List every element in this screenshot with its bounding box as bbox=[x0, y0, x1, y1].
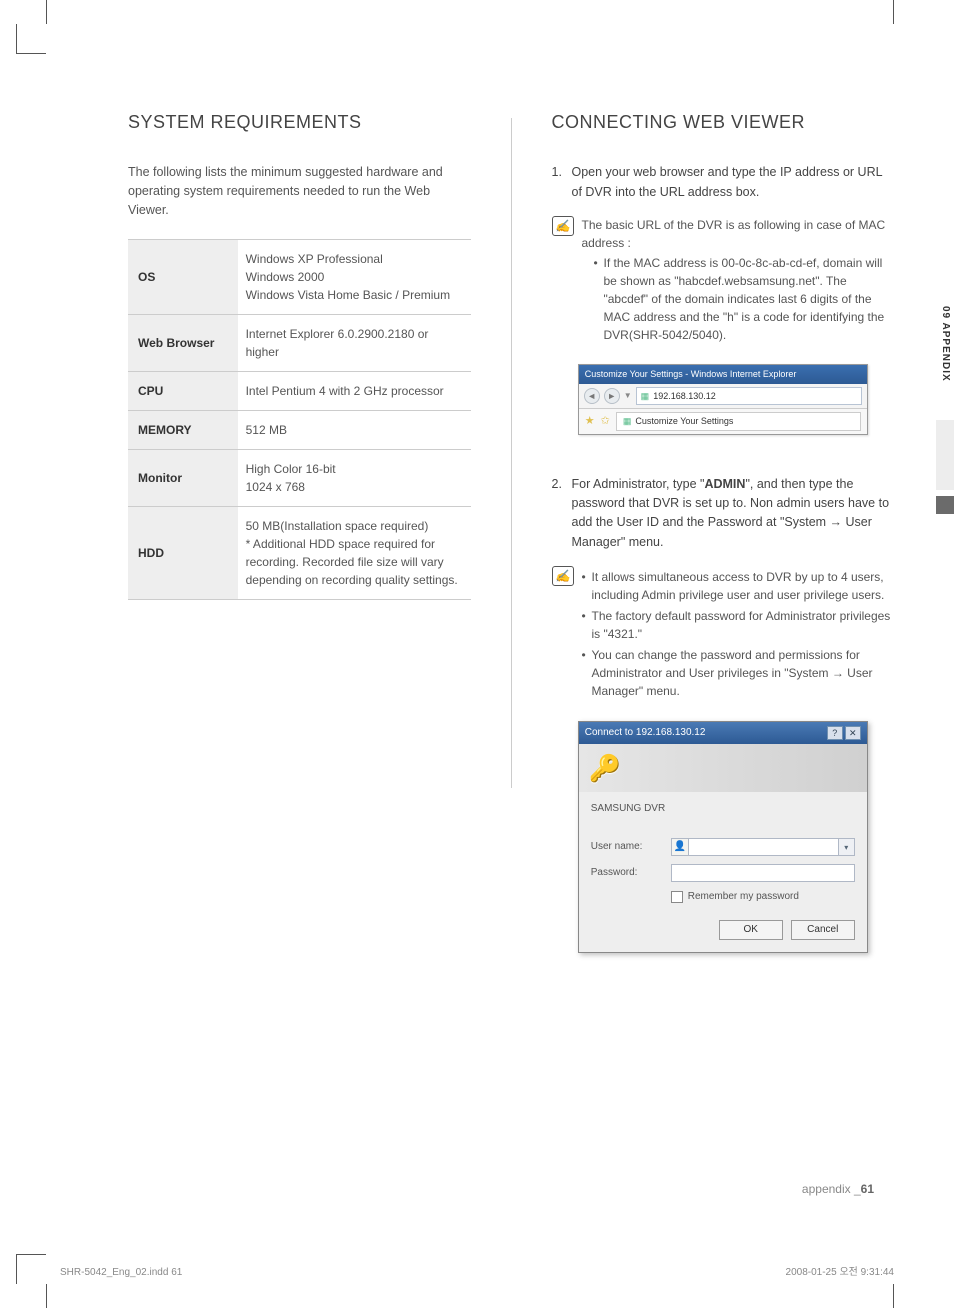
realm-label: SAMSUNG DVR bbox=[591, 802, 855, 816]
steps-list: Open your web browser and type the IP ad… bbox=[552, 163, 895, 202]
note-body: It allows simultaneous access to DVR by … bbox=[582, 566, 895, 703]
page-content: SYSTEM REQUIREMENTS The following lists … bbox=[128, 110, 894, 1218]
table-row: CPU Intel Pentium 4 with 2 GHz processor bbox=[128, 372, 471, 411]
req-value: Intel Pentium 4 with 2 GHz processor bbox=[238, 372, 471, 411]
req-value: Internet Explorer 6.0.2900.2180 or highe… bbox=[238, 315, 471, 372]
username-combo[interactable]: 👤 ▾ bbox=[671, 838, 855, 856]
forward-button[interactable]: ► bbox=[604, 388, 620, 404]
note-block-2: ✍ It allows simultaneous access to DVR b… bbox=[552, 566, 895, 703]
req-value: High Color 16-bit 1024 x 768 bbox=[238, 450, 471, 507]
req-label: Web Browser bbox=[128, 315, 238, 372]
combo-dropdown-icon[interactable]: ▾ bbox=[839, 838, 855, 856]
page-number: 61 bbox=[861, 1182, 874, 1196]
req-label: CPU bbox=[128, 372, 238, 411]
steps-list-2: For Administrator, type "ADMIN", and the… bbox=[552, 475, 895, 553]
address-bar[interactable]: ▦ 192.168.130.12 bbox=[636, 387, 862, 406]
tab-icon: ▦ bbox=[623, 416, 632, 426]
browser-window-title: Customize Your Settings - Windows Intern… bbox=[579, 365, 867, 384]
right-column: CONNECTING WEB VIEWER Open your web brow… bbox=[552, 110, 895, 1218]
password-label: Password: bbox=[591, 866, 661, 880]
user-icon: 👤 bbox=[671, 838, 689, 856]
req-label: Monitor bbox=[128, 450, 238, 507]
dialog-title: Connect to 192.168.130.12 bbox=[585, 726, 706, 740]
password-input[interactable] bbox=[671, 864, 855, 882]
note-lead: The basic URL of the DVR is as following… bbox=[582, 218, 886, 250]
appendix-label: 09 APPENDIX bbox=[938, 300, 952, 396]
add-favorite-icon[interactable]: ✩ bbox=[601, 414, 610, 429]
note-bullet: You can change the password and permissi… bbox=[582, 646, 895, 700]
note-icon: ✍ bbox=[552, 566, 574, 586]
footer-label: appendix _ bbox=[802, 1182, 861, 1196]
step-1: Open your web browser and type the IP ad… bbox=[552, 163, 895, 202]
note-block-1: ✍ The basic URL of the DVR is as followi… bbox=[552, 216, 895, 346]
print-file: SHR-5042_Eng_02.indd 61 bbox=[60, 1266, 182, 1280]
note-bullet: If the MAC address is 00-0c-8c-ab-cd-ef,… bbox=[594, 254, 895, 344]
req-label: HDD bbox=[128, 507, 238, 600]
tab-label: Customize Your Settings bbox=[635, 416, 733, 426]
note-bullet: It allows simultaneous access to DVR by … bbox=[582, 568, 895, 604]
password-row: Password: bbox=[591, 864, 855, 882]
browser-screenshot: Customize Your Settings - Windows Intern… bbox=[578, 364, 868, 435]
note-icon: ✍ bbox=[552, 216, 574, 236]
username-label: User name: bbox=[591, 840, 661, 854]
back-button[interactable]: ◄ bbox=[584, 388, 600, 404]
page-footer: appendix _61 bbox=[802, 1181, 874, 1198]
note-bullet: The factory default password for Adminis… bbox=[582, 607, 895, 643]
connecting-web-viewer-heading: CONNECTING WEB VIEWER bbox=[552, 110, 895, 135]
browser-tab[interactable]: ▦Customize Your Settings bbox=[616, 412, 861, 431]
step2-pre: For Administrator, type " bbox=[572, 477, 705, 491]
column-divider bbox=[511, 118, 512, 788]
dropdown-icon: ▼ bbox=[624, 390, 632, 401]
system-requirements-heading: SYSTEM REQUIREMENTS bbox=[128, 110, 471, 135]
table-row: OS Windows XP Professional Windows 2000 … bbox=[128, 240, 471, 315]
left-column: SYSTEM REQUIREMENTS The following lists … bbox=[128, 110, 471, 1218]
req-value: 50 MB(Installation space required) * Add… bbox=[238, 507, 471, 600]
print-timestamp: 2008-01-25 오전 9:31:44 bbox=[786, 1266, 894, 1280]
dialog-buttons: OK Cancel bbox=[591, 920, 855, 940]
dialog-titlebar: Connect to 192.168.130.12 ? ✕ bbox=[579, 722, 867, 744]
remember-row[interactable]: Remember my password bbox=[671, 890, 855, 904]
title-text: Customize Your Settings - Windows Intern… bbox=[585, 369, 797, 379]
table-row: Web Browser Internet Explorer 6.0.2900.2… bbox=[128, 315, 471, 372]
username-row: User name: 👤 ▾ bbox=[591, 838, 855, 856]
login-dialog: Connect to 192.168.130.12 ? ✕ 🔑 SAMSUNG … bbox=[578, 721, 868, 953]
favorites-icon[interactable]: ★ bbox=[585, 414, 595, 429]
system-requirements-intro: The following lists the minimum suggeste… bbox=[128, 163, 471, 219]
ok-button[interactable]: OK bbox=[719, 920, 783, 940]
cancel-button[interactable]: Cancel bbox=[791, 920, 855, 940]
table-row: HDD 50 MB(Installation space required) *… bbox=[128, 507, 471, 600]
side-marker-dark bbox=[936, 496, 954, 514]
side-tab: 09 APPENDIX bbox=[936, 300, 954, 514]
req-value: Windows XP Professional Windows 2000 Win… bbox=[238, 240, 471, 315]
table-row: Monitor High Color 16-bit 1024 x 768 bbox=[128, 450, 471, 507]
help-button[interactable]: ? bbox=[827, 726, 843, 740]
requirements-table: OS Windows XP Professional Windows 2000 … bbox=[128, 239, 471, 600]
close-button[interactable]: ✕ bbox=[845, 726, 861, 740]
browser-toolbar: ◄ ► ▼ ▦ 192.168.130.12 bbox=[579, 384, 867, 410]
address-text: 192.168.130.12 bbox=[653, 390, 716, 403]
side-marker-light bbox=[936, 420, 954, 490]
step-2: For Administrator, type "ADMIN", and the… bbox=[552, 475, 895, 553]
dialog-body: SAMSUNG DVR User name: 👤 ▾ Password: Rem… bbox=[579, 792, 867, 952]
table-row: MEMORY 512 MB bbox=[128, 411, 471, 450]
page-icon: ▦ bbox=[641, 390, 650, 403]
key-icon: 🔑 bbox=[589, 750, 621, 786]
print-footer: SHR-5042_Eng_02.indd 61 2008-01-25 오전 9:… bbox=[60, 1266, 894, 1280]
req-label: MEMORY bbox=[128, 411, 238, 450]
req-value: 512 MB bbox=[238, 411, 471, 450]
favorites-bar: ★ ✩ ▦Customize Your Settings bbox=[579, 409, 867, 434]
note-body: The basic URL of the DVR is as following… bbox=[582, 216, 895, 346]
dialog-banner: 🔑 bbox=[579, 744, 867, 792]
remember-checkbox[interactable] bbox=[671, 891, 683, 903]
username-input[interactable] bbox=[689, 838, 839, 856]
req-label: OS bbox=[128, 240, 238, 315]
step2-admin: ADMIN bbox=[704, 477, 745, 491]
remember-label: Remember my password bbox=[688, 890, 799, 904]
